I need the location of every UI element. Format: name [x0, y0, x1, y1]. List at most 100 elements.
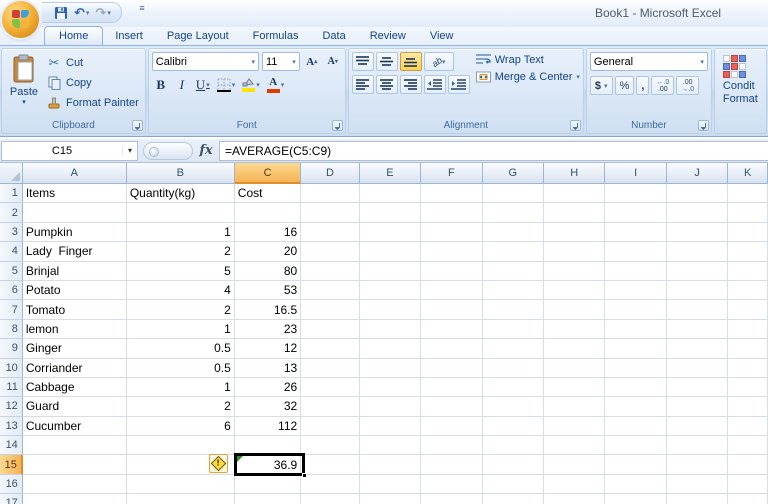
cell-A16[interactable] — [22, 474, 127, 495]
row-header-5[interactable]: 5 — [0, 261, 23, 281]
cell-I8[interactable] — [605, 319, 667, 340]
cell-E9[interactable] — [359, 339, 422, 359]
cell-I16[interactable] — [605, 474, 667, 495]
cell-F1[interactable] — [421, 184, 483, 204]
cell-I7[interactable] — [605, 300, 667, 320]
cell-K2[interactable] — [728, 203, 768, 223]
cell-D13[interactable] — [301, 416, 360, 437]
cell-D5[interactable] — [301, 261, 360, 281]
cell-K17[interactable] — [728, 494, 768, 504]
cell-G1[interactable] — [482, 184, 544, 204]
select-all-corner[interactable] — [0, 163, 23, 184]
tab-page-layout[interactable]: Page Layout — [155, 27, 241, 45]
cell-G14[interactable] — [482, 436, 544, 456]
column-header-E[interactable]: E — [359, 163, 422, 184]
cell-I2[interactable] — [605, 203, 667, 223]
italic-button[interactable]: I — [173, 75, 191, 94]
orientation-button[interactable]: ab ▾ — [423, 52, 454, 71]
grow-font-button[interactable]: A ▴ — [303, 52, 321, 71]
font-name-combo[interactable]: Calibri ▾ — [151, 52, 259, 71]
column-header-I[interactable]: I — [605, 163, 667, 184]
cell-E1[interactable] — [359, 184, 422, 204]
conditional-formatting-button[interactable]: Condit Format — [722, 52, 758, 106]
cell-F16[interactable] — [421, 474, 483, 495]
cell-G16[interactable] — [482, 474, 544, 495]
cell-A2[interactable] — [22, 203, 127, 223]
cell-I6[interactable] — [605, 280, 667, 301]
row-header-2[interactable]: 2 — [0, 203, 23, 223]
bottom-align-button[interactable] — [399, 52, 422, 71]
cell-H11[interactable] — [543, 377, 606, 398]
merge-center-button[interactable]: Merge & Center ▾ — [475, 71, 580, 83]
font-dialog-launcher[interactable] — [331, 120, 343, 131]
cell-H8[interactable] — [543, 319, 606, 340]
cell-A11[interactable]: Cabbage — [22, 377, 127, 398]
cell-B9[interactable]: 0.5 — [126, 339, 235, 359]
cell-A17[interactable] — [23, 494, 127, 504]
column-header-B[interactable]: B — [126, 163, 235, 184]
number-dialog-launcher[interactable] — [697, 120, 709, 131]
cell-K7[interactable] — [728, 300, 768, 320]
cell-A12[interactable]: Guard — [22, 397, 127, 417]
undo-dropdown-caret[interactable]: ▾ — [86, 9, 90, 17]
cell-J8[interactable] — [666, 319, 729, 340]
cell-J6[interactable] — [666, 280, 729, 301]
cell-J15[interactable] — [666, 455, 729, 475]
cell-B6[interactable]: 4 — [126, 280, 235, 301]
cell-F11[interactable] — [421, 377, 483, 398]
cell-D17[interactable] — [301, 494, 360, 504]
cell-K10[interactable] — [728, 358, 768, 378]
cell-K4[interactable] — [728, 242, 768, 262]
cell-F13[interactable] — [421, 416, 483, 437]
row-header-1[interactable]: 1 — [0, 184, 23, 204]
cell-J12[interactable] — [666, 397, 729, 417]
cell-B10[interactable]: 0.5 — [126, 358, 235, 378]
cell-J13[interactable] — [666, 416, 729, 437]
cell-F9[interactable] — [421, 339, 483, 359]
row-header-12[interactable]: 12 — [0, 397, 23, 417]
cell-K13[interactable] — [728, 416, 768, 437]
row-header-15[interactable]: 15 — [0, 455, 23, 475]
borders-caret[interactable]: ▾ — [232, 81, 236, 89]
undo-button[interactable]: ↶ ▾ — [72, 4, 91, 21]
cell-E5[interactable] — [359, 261, 422, 281]
cell-H17[interactable] — [544, 494, 606, 504]
middle-align-button[interactable] — [375, 52, 398, 71]
cell-B13[interactable]: 6 — [126, 416, 235, 437]
font-color-caret[interactable]: ▾ — [281, 81, 285, 89]
cell-B4[interactable]: 2 — [126, 242, 235, 262]
cell-E13[interactable] — [359, 416, 422, 437]
column-header-F[interactable]: F — [421, 163, 483, 184]
cell-H1[interactable] — [543, 184, 606, 204]
redo-dropdown-caret[interactable]: ▾ — [107, 9, 111, 17]
formula-input[interactable]: =AVERAGE(C5:C9) — [219, 140, 768, 161]
cell-E17[interactable] — [360, 494, 422, 504]
cut-button[interactable]: ✂ Cut — [43, 54, 142, 72]
cell-D15[interactable] — [301, 455, 360, 475]
accounting-caret[interactable]: ▾ — [604, 82, 608, 90]
name-box[interactable]: C15 ▾ — [1, 140, 138, 161]
cell-G2[interactable] — [482, 203, 544, 223]
cell-H12[interactable] — [543, 397, 606, 417]
row-header-9[interactable]: 9 — [0, 339, 23, 359]
font-size-combo[interactable]: 11 ▾ — [261, 52, 300, 71]
cell-A9[interactable]: Ginger — [22, 339, 127, 359]
cell-H15[interactable] — [543, 455, 606, 475]
cell-A4[interactable]: Lady Finger — [22, 242, 127, 262]
cell-F5[interactable] — [421, 261, 483, 281]
cell-C11[interactable]: 26 — [234, 377, 302, 398]
row-header-7[interactable]: 7 — [0, 300, 23, 320]
tab-view[interactable]: View — [418, 27, 466, 45]
cell-K8[interactable] — [728, 319, 768, 340]
cell-F12[interactable] — [421, 397, 483, 417]
top-align-button[interactable] — [351, 52, 374, 71]
cell-B5[interactable]: 5 — [126, 261, 235, 281]
cell-G12[interactable] — [482, 397, 544, 417]
cell-H16[interactable] — [543, 474, 606, 495]
cell-J7[interactable] — [666, 300, 729, 320]
column-header-J[interactable]: J — [666, 163, 729, 184]
cell-J16[interactable] — [666, 474, 729, 495]
row-header-4[interactable]: 4 — [0, 242, 23, 262]
borders-button[interactable]: ▾ — [215, 75, 238, 94]
cell-D6[interactable] — [301, 280, 360, 301]
